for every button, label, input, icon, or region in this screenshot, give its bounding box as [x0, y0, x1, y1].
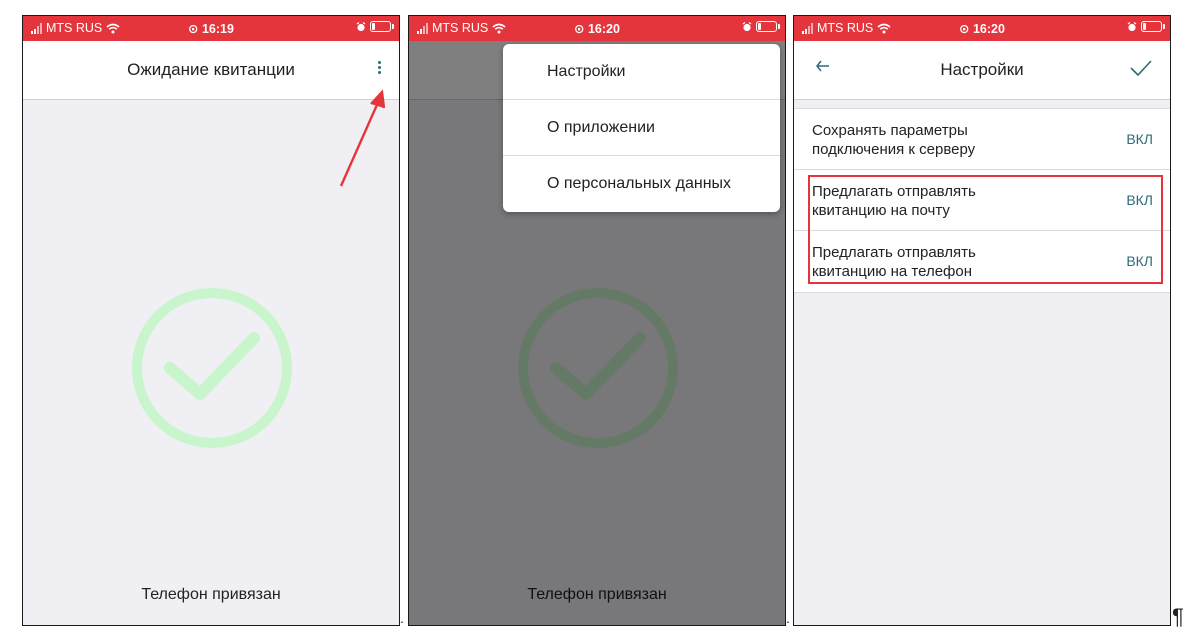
separator-dot: . [786, 610, 790, 626]
battery-icon [1141, 21, 1165, 32]
setting-label: Предлагать отправлять квитанцию на почту [812, 183, 976, 219]
setting-value[interactable]: ВКЛ [1126, 253, 1153, 269]
menu-item-settings[interactable]: Настройки [503, 44, 780, 100]
alarm-icon [1127, 21, 1137, 31]
page-title: Ожидание квитанции [127, 60, 295, 79]
screen-waiting-receipt: MTS RUS ⊙ 16:19 Ожидание квитанции Телеф… [22, 15, 400, 626]
phone-linked-status: Телефон привязан [141, 586, 281, 603]
app-bar: Настройки [794, 41, 1170, 100]
status-time: 16:20 [972, 22, 1005, 36]
status-bar: MTS RUS ⊙ 16:19 [23, 16, 399, 41]
checkmark-icon[interactable] [1130, 60, 1152, 76]
setting-save-server-params[interactable]: Сохранять параметры подключения к сервер… [794, 109, 1170, 170]
status-bar: MTS RUS ⊙ 16:20 [409, 16, 785, 41]
screen-menu-open: MTS RUS ⊙ 16:20 Телефон привязан Настрой… [408, 15, 786, 626]
setting-offer-email-receipt[interactable]: Предлагать отправлять квитанцию на почту… [794, 170, 1170, 231]
alarm-icon [356, 21, 366, 31]
page-title: Настройки [940, 60, 1024, 79]
alarm-icon [742, 21, 752, 31]
red-arrow-icon [339, 89, 386, 187]
separator-dot: . [400, 610, 404, 626]
location-icon: ⊙ [188, 22, 199, 36]
location-icon: ⊙ [959, 22, 970, 36]
setting-label: Сохранять параметры подключения к сервер… [812, 122, 976, 158]
setting-offer-phone-receipt[interactable]: Предлагать отправлять квитанцию на телеф… [794, 231, 1170, 292]
setting-label: Предлагать отправлять квитанцию на телеф… [812, 244, 976, 280]
battery-icon [370, 21, 394, 32]
status-time: 16:20 [587, 22, 620, 36]
settings-list: Сохранять параметры подключения к сервер… [794, 108, 1170, 293]
check-circle-icon [132, 288, 292, 448]
overflow-menu: Настройки О приложении О персональных да… [503, 44, 780, 212]
pilcrow-mark: ¶ [1172, 604, 1184, 629]
kebab-menu-icon[interactable] [375, 59, 383, 79]
location-icon: ⊙ [574, 22, 585, 36]
status-bar: MTS RUS ⊙ 16:20 [794, 16, 1170, 41]
menu-item-personal-data[interactable]: О персональных данных [503, 156, 780, 212]
screen-settings: MTS RUS ⊙ 16:20 Настройки Сохранять пара… [793, 15, 1171, 626]
setting-value[interactable]: ВКЛ [1126, 192, 1153, 208]
setting-value[interactable]: ВКЛ [1126, 131, 1153, 147]
menu-item-about-app[interactable]: О приложении [503, 100, 780, 156]
status-time: 16:19 [201, 22, 234, 36]
battery-icon [756, 21, 780, 32]
